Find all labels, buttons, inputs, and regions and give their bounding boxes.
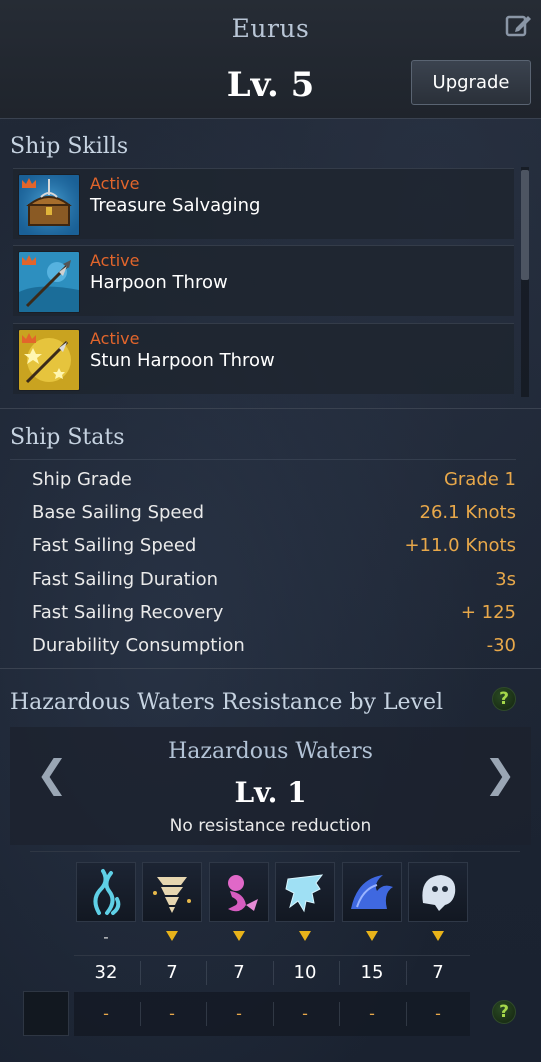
divider <box>206 1002 207 1026</box>
divider <box>273 961 274 985</box>
stat-row-fast-sailing-recovery: Fast Sailing Recovery + 125 <box>32 596 516 629</box>
stat-value: + 125 <box>460 602 516 623</box>
stat-value: +11.0 Knots <box>404 535 516 556</box>
resistance-value: - <box>435 1004 441 1023</box>
down-triangle-icon <box>166 931 178 941</box>
skill-type-label: Active <box>90 329 140 348</box>
stat-row-ship-grade: Ship Grade Grade 1 <box>32 463 516 496</box>
stat-label: Durability Consumption <box>32 635 245 656</box>
down-triangle-icon <box>366 931 378 941</box>
resistance-value: - <box>369 1004 375 1023</box>
skills-scrollbar-thumb[interactable] <box>521 170 529 280</box>
help-question-icon[interactable]: ? <box>492 1000 516 1024</box>
hazard-description: No resistance reduction <box>169 816 372 836</box>
stat-label: Fast Sailing Recovery <box>32 602 224 623</box>
divider <box>339 961 340 985</box>
resistance-marker: - <box>103 928 109 946</box>
stat-row-base-sailing-speed: Base Sailing Speed 26.1 Knots <box>32 496 516 529</box>
hazard-level: Lv. 1 <box>234 776 307 809</box>
resistance-value: - <box>236 1004 242 1023</box>
skill-name-label: Stun Harpoon Throw <box>90 350 275 371</box>
wave-icon[interactable] <box>342 862 402 922</box>
skill-type-label: Active <box>90 174 140 193</box>
whirlwind-icon[interactable] <box>142 862 202 922</box>
down-triangle-icon <box>299 931 311 941</box>
skill-name-label: Harpoon Throw <box>90 272 228 293</box>
hazard-value: 7 <box>233 962 245 983</box>
ship-header: Eurus Lv. 5 Upgrade <box>0 0 541 119</box>
ship-skills-title: Ship Skills <box>10 134 129 159</box>
stat-value: Grade 1 <box>443 469 516 490</box>
resistance-value: - <box>103 1004 109 1023</box>
down-triangle-icon <box>432 931 444 941</box>
stat-row-fast-sailing-speed: Fast Sailing Speed +11.0 Knots <box>32 529 516 562</box>
ship-name: Eurus <box>231 14 310 43</box>
skill-item-treasure-salvaging[interactable]: Active Treasure Salvaging <box>13 168 514 239</box>
divider <box>0 408 541 409</box>
skill-item-stun-harpoon-throw[interactable]: Active Stun Harpoon Throw <box>13 323 514 394</box>
hazard-value: 7 <box>432 962 444 983</box>
stat-value: 3s <box>495 569 516 590</box>
stat-row-fast-sailing-duration: Fast Sailing Duration 3s <box>32 563 516 596</box>
resistance-value: - <box>169 1004 175 1023</box>
skill-item-harpoon-throw[interactable]: Active Harpoon Throw <box>13 245 514 316</box>
stun-harpoon-icon <box>18 329 80 391</box>
hazard-panel-title: Hazardous Waters <box>168 739 373 764</box>
divider <box>74 955 470 956</box>
help-question-icon[interactable]: ? <box>492 687 516 711</box>
divider <box>406 1002 407 1026</box>
stat-value: 26.1 Knots <box>419 502 516 523</box>
skill-type-label: Active <box>90 251 140 270</box>
down-triangle-icon <box>233 931 245 941</box>
skill-name-label: Treasure Salvaging <box>90 195 261 216</box>
treasure-chest-icon <box>18 174 80 236</box>
stat-label: Base Sailing Speed <box>32 502 204 523</box>
divider <box>339 1002 340 1026</box>
hazard-value: 15 <box>360 962 384 983</box>
ship-stats-title: Ship Stats <box>10 425 125 450</box>
divider <box>206 961 207 985</box>
divider <box>140 1002 141 1026</box>
divider <box>406 961 407 985</box>
divider <box>0 668 541 669</box>
hazard-value: 7 <box>166 962 178 983</box>
stat-label: Fast Sailing Duration <box>32 569 219 590</box>
resistance-value: - <box>302 1004 308 1023</box>
edit-pencil-icon[interactable] <box>505 11 533 39</box>
harpoon-icon <box>18 251 80 313</box>
divider <box>273 1002 274 1026</box>
stat-label: Fast Sailing Speed <box>32 535 197 556</box>
ice-icon[interactable] <box>275 862 335 922</box>
equipment-slot[interactable] <box>23 991 69 1036</box>
stat-value: -30 <box>486 635 516 656</box>
stat-row-durability-consumption: Durability Consumption -30 <box>32 629 516 662</box>
divider <box>30 851 520 852</box>
ghost-icon[interactable] <box>408 862 468 922</box>
stat-label: Ship Grade <box>32 469 132 490</box>
siren-icon[interactable] <box>209 862 269 922</box>
divider <box>10 459 516 460</box>
kelp-icon[interactable] <box>76 862 136 922</box>
upgrade-button[interactable]: Upgrade <box>411 60 531 105</box>
hazard-section-title: Hazardous Waters Resistance by Level <box>10 690 444 715</box>
hazard-value: 10 <box>293 962 317 983</box>
divider <box>140 961 141 985</box>
hazard-value: 32 <box>94 962 118 983</box>
